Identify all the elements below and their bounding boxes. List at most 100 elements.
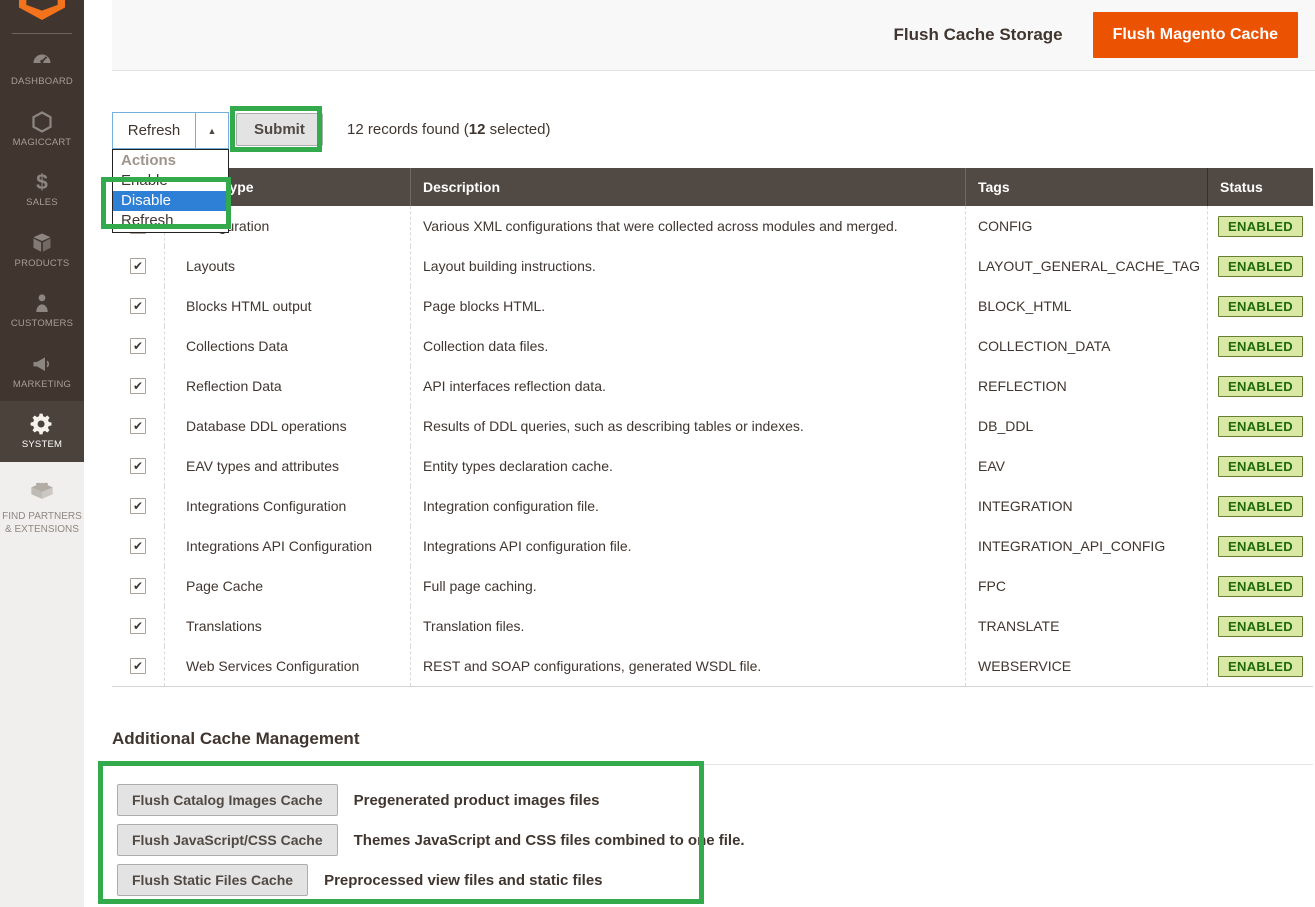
- sidebar-item-label: DASHBOARD: [11, 76, 73, 87]
- magento-logo-icon[interactable]: [19, 0, 65, 20]
- table-row-checkbox-cell: ✔: [112, 606, 164, 646]
- cache-management-page: DASHBOARD MAGICCART $SALES PRODUCTS CUSTOMER…: [0, 0, 1315, 907]
- sidebar-divider: [12, 33, 72, 34]
- sidebar-item-find-partners[interactable]: FIND PARTNERS & EXTENSIONS: [0, 468, 84, 536]
- action-option-enable[interactable]: Enable: [113, 171, 228, 191]
- extensions-icon: [26, 474, 58, 506]
- flush-button-2[interactable]: Flush Static Files Cache: [117, 864, 308, 896]
- row-checkbox[interactable]: ✔: [130, 418, 146, 434]
- description-cell: Translation files.: [410, 606, 965, 646]
- magiccart-icon: [30, 110, 54, 134]
- submit-button[interactable]: Submit: [236, 113, 323, 146]
- row-checkbox[interactable]: ✔: [130, 258, 146, 274]
- sidebar-item-products[interactable]: PRODUCTS: [0, 220, 84, 281]
- column-header-tags: Tags: [965, 168, 1207, 206]
- additional-cache-row: Flush Catalog Images Cache Pregenerated p…: [117, 784, 745, 816]
- cache-type-cell: EAV types and attributes: [164, 446, 410, 486]
- cache-type-cell: Web Services Configuration: [164, 646, 410, 686]
- description-cell: Collection data files.: [410, 326, 965, 366]
- status-cell: ENABLED: [1207, 206, 1313, 246]
- table-row-checkbox-cell: ✔: [112, 446, 164, 486]
- flush-description: Pregenerated product images files: [354, 792, 600, 809]
- system-icon: [30, 412, 54, 436]
- cache-type-cell: Blocks HTML output: [164, 286, 410, 326]
- flush-magento-cache-button[interactable]: Flush Magento Cache: [1093, 12, 1298, 58]
- tags-cell: WEBSERVICE: [965, 646, 1207, 686]
- status-cell: ENABLED: [1207, 326, 1313, 366]
- tags-cell: INTEGRATION_API_CONFIG: [965, 526, 1207, 566]
- sidebar-item-system[interactable]: SYSTEM: [0, 401, 84, 462]
- tags-cell: BLOCK_HTML: [965, 286, 1207, 326]
- cache-type-cell: Integrations Configuration: [164, 486, 410, 526]
- row-checkbox[interactable]: ✔: [130, 618, 146, 634]
- action-option-disable[interactable]: Disable: [113, 191, 228, 211]
- description-cell: Results of DDL queries, such as describi…: [410, 406, 965, 446]
- row-checkbox[interactable]: ✔: [130, 338, 146, 354]
- chevron-up-icon[interactable]: ▲: [195, 113, 228, 148]
- status-cell: ENABLED: [1207, 606, 1313, 646]
- additional-cache-actions: Flush Catalog Images Cache Pregenerated p…: [117, 784, 745, 896]
- description-cell: Entity types declaration cache.: [410, 446, 965, 486]
- tags-cell: EAV: [965, 446, 1207, 486]
- dashboard-icon: [30, 49, 54, 73]
- status-cell: ENABLED: [1207, 566, 1313, 606]
- sidebar-item-marketing[interactable]: MARKETING: [0, 341, 84, 402]
- tags-cell: LAYOUT_GENERAL_CACHE_TAG: [965, 246, 1207, 286]
- sidebar-item-label: SALES: [26, 197, 58, 208]
- status-badge: ENABLED: [1218, 216, 1303, 237]
- marketing-icon: [30, 352, 54, 376]
- sidebar-item-label: PRODUCTS: [15, 258, 70, 269]
- sidebar-item-label: CUSTOMERS: [11, 318, 73, 329]
- flush-button-0[interactable]: Flush Catalog Images Cache: [117, 784, 338, 816]
- description-cell: Full page caching.: [410, 566, 965, 606]
- additional-cache-heading: Additional Cache Management: [112, 729, 359, 749]
- flush-description: Preprocessed view files and static files: [324, 872, 602, 889]
- sidebar-item-dashboard[interactable]: DASHBOARD: [0, 38, 84, 99]
- sidebar-item-customers[interactable]: CUSTOMERS: [0, 280, 84, 341]
- flush-button-1[interactable]: Flush JavaScript/CSS Cache: [117, 824, 338, 856]
- flush-cache-storage-button[interactable]: Flush Cache Storage: [894, 25, 1063, 45]
- row-checkbox[interactable]: ✔: [130, 578, 146, 594]
- records-selected-count: 12: [469, 121, 486, 138]
- sidebar-item-label: MARKETING: [13, 379, 71, 390]
- customers-icon: [30, 291, 54, 315]
- status-cell: ENABLED: [1207, 246, 1313, 286]
- status-cell: ENABLED: [1207, 286, 1313, 326]
- status-badge: ENABLED: [1218, 296, 1303, 317]
- table-row-checkbox-cell: ✔: [112, 326, 164, 366]
- status-cell: ENABLED: [1207, 486, 1313, 526]
- page-header: Flush Cache Storage Flush Magento Cache: [112, 0, 1315, 71]
- table-row-checkbox-cell: ✔: [112, 366, 164, 406]
- tags-cell: CONFIG: [965, 206, 1207, 246]
- sidebar-item-label: FIND PARTNERS & EXTENSIONS: [0, 510, 84, 536]
- table-row-checkbox-cell: ✔: [112, 486, 164, 526]
- status-badge: ENABLED: [1218, 536, 1303, 557]
- description-cell: REST and SOAP configurations, generated …: [410, 646, 965, 686]
- table-row-checkbox-cell: ✔: [112, 406, 164, 446]
- status-cell: ENABLED: [1207, 366, 1313, 406]
- cache-type-cell: Reflection Data: [164, 366, 410, 406]
- tags-cell: FPC: [965, 566, 1207, 606]
- description-cell: Page blocks HTML.: [410, 286, 965, 326]
- sidebar-item-magiccart[interactable]: MAGICCART: [0, 99, 84, 160]
- table-row-checkbox-cell: ✔: [112, 646, 164, 686]
- action-option-refresh[interactable]: Refresh: [113, 211, 228, 231]
- mass-action-selected-value: Refresh: [113, 113, 195, 148]
- row-checkbox[interactable]: ✔: [130, 378, 146, 394]
- row-checkbox[interactable]: ✔: [130, 498, 146, 514]
- mass-action-select[interactable]: Refresh ▲: [112, 112, 229, 149]
- status-cell: ENABLED: [1207, 406, 1313, 446]
- tags-cell: COLLECTION_DATA: [965, 326, 1207, 366]
- row-checkbox[interactable]: ✔: [130, 298, 146, 314]
- action-option-actions: Actions: [113, 151, 228, 171]
- sidebar-item-label: MAGICCART: [13, 137, 72, 148]
- row-checkbox[interactable]: ✔: [130, 658, 146, 674]
- row-checkbox[interactable]: ✔: [130, 538, 146, 554]
- products-icon: [30, 231, 54, 255]
- cache-table: Cache Type Description Tags Status ✔Conf…: [112, 168, 1313, 687]
- row-checkbox[interactable]: ✔: [130, 458, 146, 474]
- status-cell: ENABLED: [1207, 526, 1313, 566]
- records-found-text: 12 records found (12 selected): [347, 121, 550, 138]
- status-badge: ENABLED: [1218, 256, 1303, 277]
- sidebar-item-sales[interactable]: $SALES: [0, 159, 84, 220]
